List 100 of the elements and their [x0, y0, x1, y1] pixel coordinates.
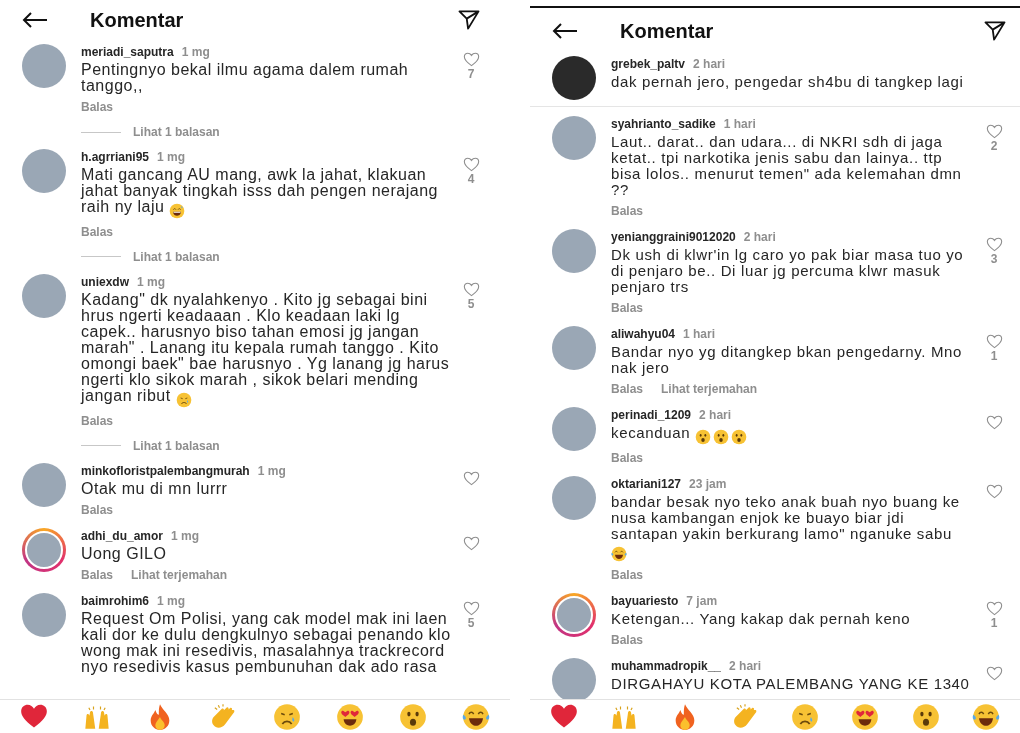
comment-action-link[interactable]: Lihat terjemahan [131, 565, 228, 584]
comment-action-link[interactable]: Balas [611, 380, 644, 398]
comment-text: Ketengan... Yang kakap dak pernah keno [611, 611, 912, 628]
avatar-photo-placeholder [555, 596, 593, 635]
comment-action-link[interactable]: Balas [81, 411, 114, 430]
username[interactable]: adhi_du_amor [81, 527, 164, 544]
comment-action-link[interactable]: Balas [611, 299, 644, 317]
comment-text: Pentingnyo bekal ilmu agama dalem rumah tanggo,, [81, 62, 410, 94]
username[interactable]: bayuariesto [611, 593, 679, 610]
username[interactable]: uniexdw [81, 273, 129, 290]
comment-time: 7 jam [686, 593, 718, 610]
view-replies-link[interactable]: Lihat 1 balasan [133, 247, 220, 266]
like-count: 5 [467, 615, 475, 630]
comment-text: Otak mu di mn lurrr [81, 480, 229, 497]
like-count: 5 [467, 296, 475, 311]
comment-time: 2 hari [729, 658, 762, 675]
comment-action-link[interactable]: Balas [611, 566, 644, 585]
username[interactable]: grebek_paltv [611, 56, 686, 72]
avatar-photo-placeholder [552, 658, 596, 699]
comment-text: Kadang" dk nyalahkenyo . Kito jg sebagai bini hrus ngerti keadaaan . Klo keadaan laki lg capek.. harusnyo biso tahan emosi jg jangan marah" . Lanang itu kepala rumah tanggo . Kito omongi baek" bae harusnyo . Yg lanang jg harus ngerti klo sikok marah , sikok belari mending jangan ribut [81, 291, 453, 408]
username[interactable]: syahrianto_sadike [611, 116, 716, 132]
avatar-photo-placeholder [22, 149, 66, 193]
comment-text: Uong GILO [81, 545, 168, 562]
username[interactable]: yenianggraini9012020 [611, 229, 736, 245]
like-heart-icon[interactable] [462, 52, 480, 67]
comment-time: 1 mg [157, 149, 186, 165]
comment-time: 1 mg [171, 527, 200, 544]
comment-text: Dk ush di klwr'in lg caro yo pak biar masa tuo yo di penjaro be.. Di luar jg percuma klwr masuk penjaro trs [611, 247, 965, 295]
comment-text: Request Om Polisi, yang cak model mak ini laen kali dor ke dulu dengkulnyo sebagai penando klo wong mak ini resedivis, masalahnya trackrecord nyo resedivis kasus pembunuhan dak ado rasa [81, 610, 452, 675]
comment-text: bandar besak nyo teko anak buah nyo buang ke nusa kambangan enjok ke buayo biar jdi santapan yakin berkurang lamo" nganuke sabu [611, 494, 971, 563]
avatar-photo-placeholder [25, 530, 63, 569]
like-heart-icon[interactable] [462, 600, 480, 616]
like-heart-icon[interactable] [985, 124, 1003, 139]
like-heart-icon[interactable] [462, 157, 480, 172]
like-heart-icon[interactable] [462, 470, 480, 486]
comment-time: 1 mg [257, 462, 286, 479]
comment-time: 2 hari [693, 56, 726, 72]
back-arrow-icon[interactable] [22, 12, 48, 28]
like-count: 2 [990, 139, 998, 153]
comment-text: dak pernah jero, pengedar sh4bu di tangkep lagi [611, 74, 965, 90]
comment-action-link[interactable]: Balas [81, 222, 114, 241]
comment-time: 23 jam [689, 476, 727, 493]
username[interactable]: aliwahyu04 [611, 326, 676, 342]
comment-time: 2 hari [743, 229, 776, 245]
username[interactable]: minkofloristpalembangmurah [81, 462, 250, 479]
comment-time: 1 hari [723, 116, 756, 132]
like-heart-icon[interactable] [462, 281, 480, 297]
avatar-photo-placeholder [552, 229, 596, 273]
avatar-photo-placeholder [552, 407, 596, 451]
comment-time: 1 mg [157, 592, 186, 609]
avatar[interactable] [552, 56, 596, 100]
view-replies-link[interactable]: Lihat 1 balasan [133, 436, 220, 455]
like-heart-icon[interactable] [985, 237, 1003, 252]
view-replies-link[interactable]: Lihat 1 balasan [133, 123, 220, 141]
comment-time: 1 hari [683, 326, 716, 342]
username[interactable]: oktariani127 [611, 476, 682, 493]
like-count: 1 [990, 349, 998, 363]
comment-time: 1 mg [181, 44, 210, 60]
username[interactable]: meriadi_saputra [81, 44, 174, 60]
comment-action-link[interactable]: Balas [611, 631, 644, 650]
username[interactable]: perinadi_1209 [611, 407, 692, 423]
comment-text: Bandar nyo yg ditangkep bkan pengedarny. Mno nak jero [611, 344, 964, 376]
back-arrow-icon[interactable] [552, 23, 578, 39]
like-count: 1 [990, 616, 998, 631]
username[interactable]: h.agrriani95 [81, 149, 150, 165]
avatar-photo-placeholder [552, 326, 596, 370]
like-count: 7 [467, 67, 475, 81]
avatar-photo-placeholder [22, 592, 66, 637]
comment-action-link[interactable]: Balas [611, 202, 644, 220]
avatar-photo-placeholder [552, 116, 596, 160]
username[interactable]: muhammadropik__ [611, 658, 722, 675]
avatar-photo-placeholder [22, 44, 66, 88]
avatar-photo-placeholder [22, 462, 66, 507]
comment-action-link[interactable]: Balas [81, 565, 114, 584]
avatar-photo-placeholder [22, 273, 66, 318]
comment-text: Mati gancang AU mang, awk la jahat, klakuan jahat banyak tingkah isss dah pengen nerajang raih ny laju [81, 167, 453, 219]
like-heart-icon[interactable] [985, 334, 1003, 349]
avatar-photo-placeholder [552, 476, 596, 521]
send-icon[interactable] [458, 10, 480, 30]
comment-text: kecanduan [611, 425, 971, 446]
like-heart-icon[interactable] [985, 415, 1003, 430]
comment-action-link[interactable]: Balas [611, 449, 644, 468]
page-title: Komentar [620, 19, 715, 44]
like-count: 3 [990, 252, 998, 266]
like-heart-icon[interactable] [985, 601, 1003, 617]
comment-text: DIRGAHAYU KOTA PALEMBANG YANG KE 1340 [611, 676, 971, 693]
comment-action-link[interactable]: Balas [81, 500, 114, 519]
comment-time: 1 mg [137, 273, 166, 290]
page-title: Komentar [90, 8, 185, 33]
like-heart-icon[interactable] [985, 666, 1003, 682]
comment-text: Laut.. darat.. dan udara... di NKRI sdh di jaga ketat.. tpi narkotika jenis sabu dan lainya.. ttp bisa lolos.. menurut temen" ada kelemahan dmn ?? [611, 134, 963, 198]
comment-action-link[interactable]: Balas [81, 98, 114, 116]
like-count: 4 [467, 172, 475, 186]
username[interactable]: baimrohim6 [81, 592, 149, 609]
like-heart-icon[interactable] [462, 535, 480, 551]
comment-action-link[interactable]: Lihat terjemahan [661, 380, 758, 398]
send-icon[interactable] [984, 21, 1006, 41]
like-heart-icon[interactable] [985, 484, 1003, 500]
avatar-photo-placeholder [552, 56, 596, 100]
comment-time: 2 hari [699, 407, 732, 423]
